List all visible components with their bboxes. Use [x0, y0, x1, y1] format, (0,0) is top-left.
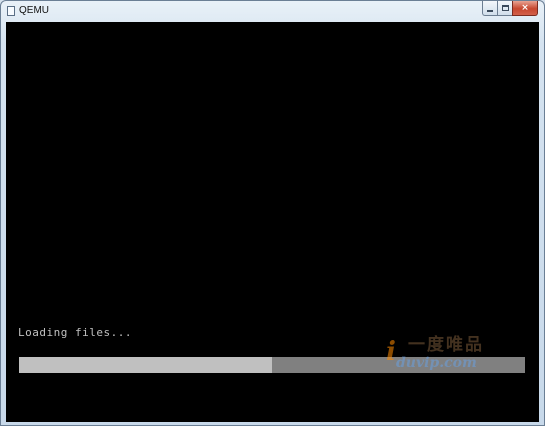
watermark: i 一度唯品 duvip.com — [386, 335, 526, 375]
minimize-icon — [487, 9, 493, 12]
watermark-logo: i — [386, 337, 396, 367]
close-button[interactable]: × — [512, 1, 538, 16]
window-title: QEMU — [19, 5, 49, 16]
progress-fill — [19, 357, 272, 373]
watermark-url: duvip.com — [396, 355, 477, 371]
minimize-button[interactable] — [482, 1, 497, 16]
qemu-window: QEMU × Loading files... i 一度唯品 duvip.com — [0, 0, 545, 426]
close-icon: × — [521, 3, 529, 13]
caption-buttons: × — [482, 1, 538, 17]
vm-display[interactable]: Loading files... i 一度唯品 duvip.com — [6, 22, 539, 422]
loading-message: Loading files... — [18, 326, 132, 339]
watermark-chinese-text: 一度唯品 — [408, 335, 484, 355]
maximize-icon — [501, 5, 509, 11]
maximize-button[interactable] — [497, 1, 512, 16]
qemu-app-icon[interactable] — [7, 6, 15, 16]
title-bar[interactable]: QEMU × — [1, 1, 544, 22]
